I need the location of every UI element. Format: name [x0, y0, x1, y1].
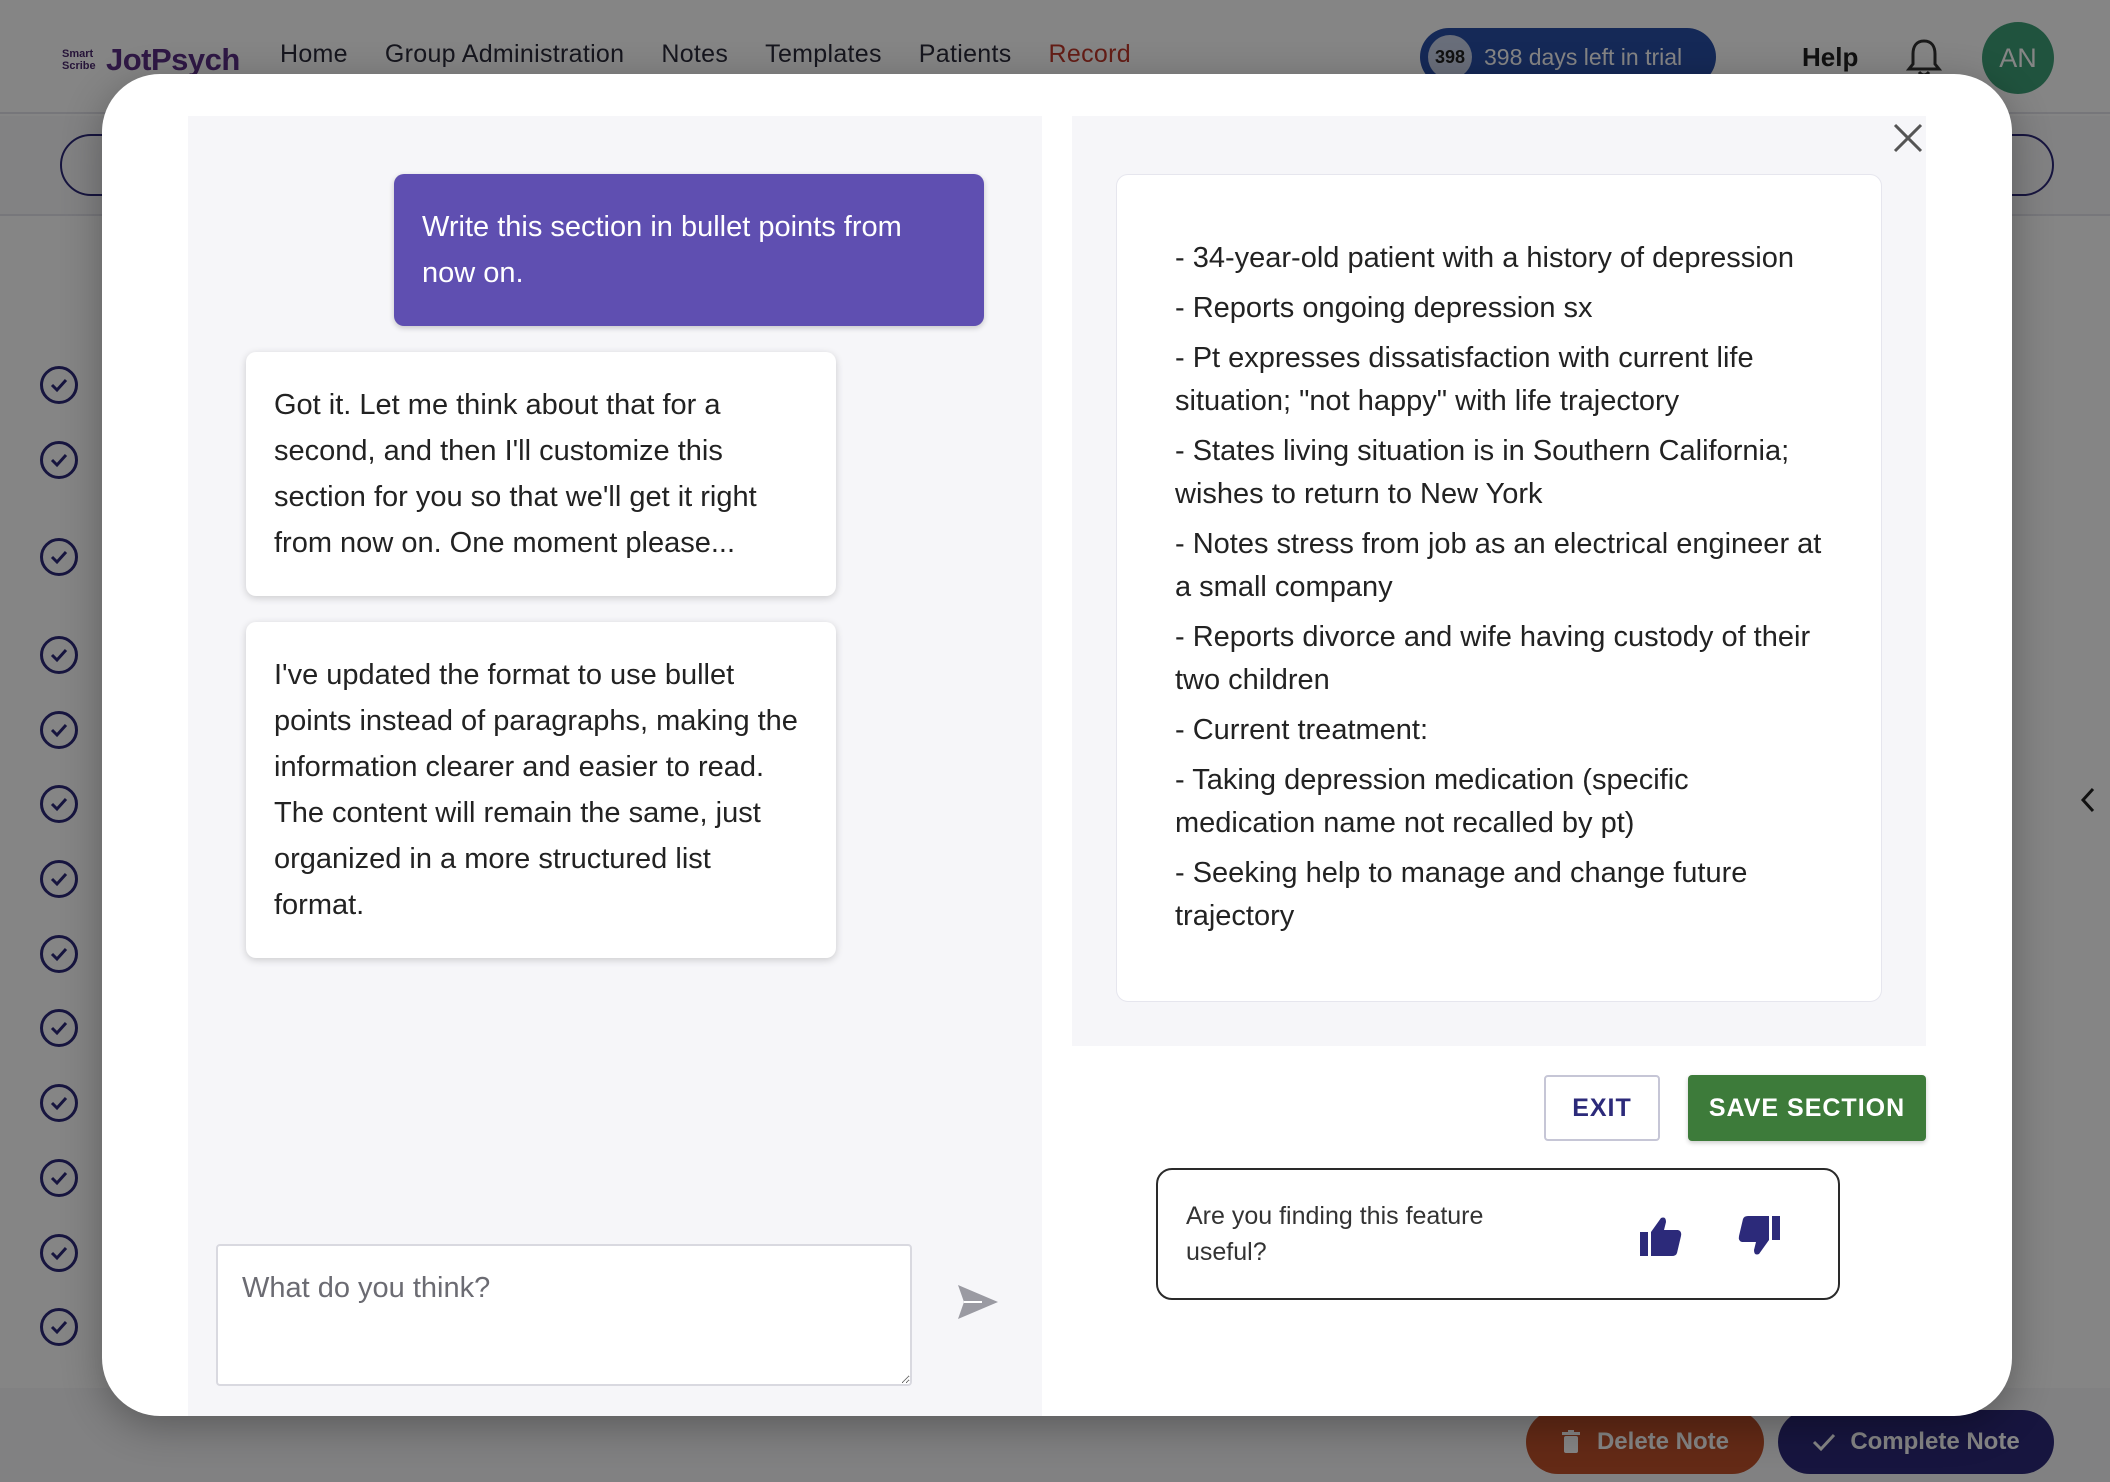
section-bullet: - Current treatment:: [1175, 714, 1429, 746]
section-bullet: - Reports ongoing depression sx: [1175, 292, 1593, 324]
section-bullet: - Pt expresses dissatisfaction with curr…: [1175, 342, 1754, 417]
section-bullet: - Seeking help to manage and change futu…: [1175, 857, 1748, 932]
section-bullet: - 34-year-old patient with a history of …: [1175, 242, 1794, 274]
exit-button[interactable]: EXIT: [1544, 1075, 1660, 1141]
assistant-message-bubble: I've updated the format to use bullet po…: [246, 622, 836, 958]
section-bullet: - Reports divorce and wife having custod…: [1175, 621, 1811, 696]
feedback-box: Are you finding this feature useful?: [1156, 1168, 1840, 1300]
section-content-card: - 34-year-old patient with a history of …: [1116, 174, 1882, 1002]
thumbs-down-icon[interactable]: [1736, 1212, 1784, 1260]
chat-panel: Write this section in bullet points from…: [188, 116, 1042, 1416]
section-bullet: - Notes stress from job as an electrical…: [1175, 528, 1822, 603]
assistant-message-bubble: Got it. Let me think about that for a se…: [246, 352, 836, 596]
close-icon[interactable]: [1890, 120, 1926, 156]
user-message-bubble: Write this section in bullet points from…: [394, 174, 984, 326]
section-editor-modal: Write this section in bullet points from…: [102, 74, 2012, 1416]
section-bullet: - Taking depression medication (specific…: [1175, 764, 1689, 839]
section-preview-panel: - 34-year-old patient with a history of …: [1072, 116, 1926, 1046]
chat-input[interactable]: [216, 1244, 912, 1386]
section-bullet: - States living situation is in Southern…: [1175, 435, 1790, 510]
feedback-question: Are you finding this feature useful?: [1186, 1202, 1484, 1266]
send-icon[interactable]: [956, 1282, 1000, 1322]
save-section-button[interactable]: SAVE SECTION: [1688, 1075, 1926, 1141]
thumbs-up-icon[interactable]: [1636, 1212, 1684, 1260]
